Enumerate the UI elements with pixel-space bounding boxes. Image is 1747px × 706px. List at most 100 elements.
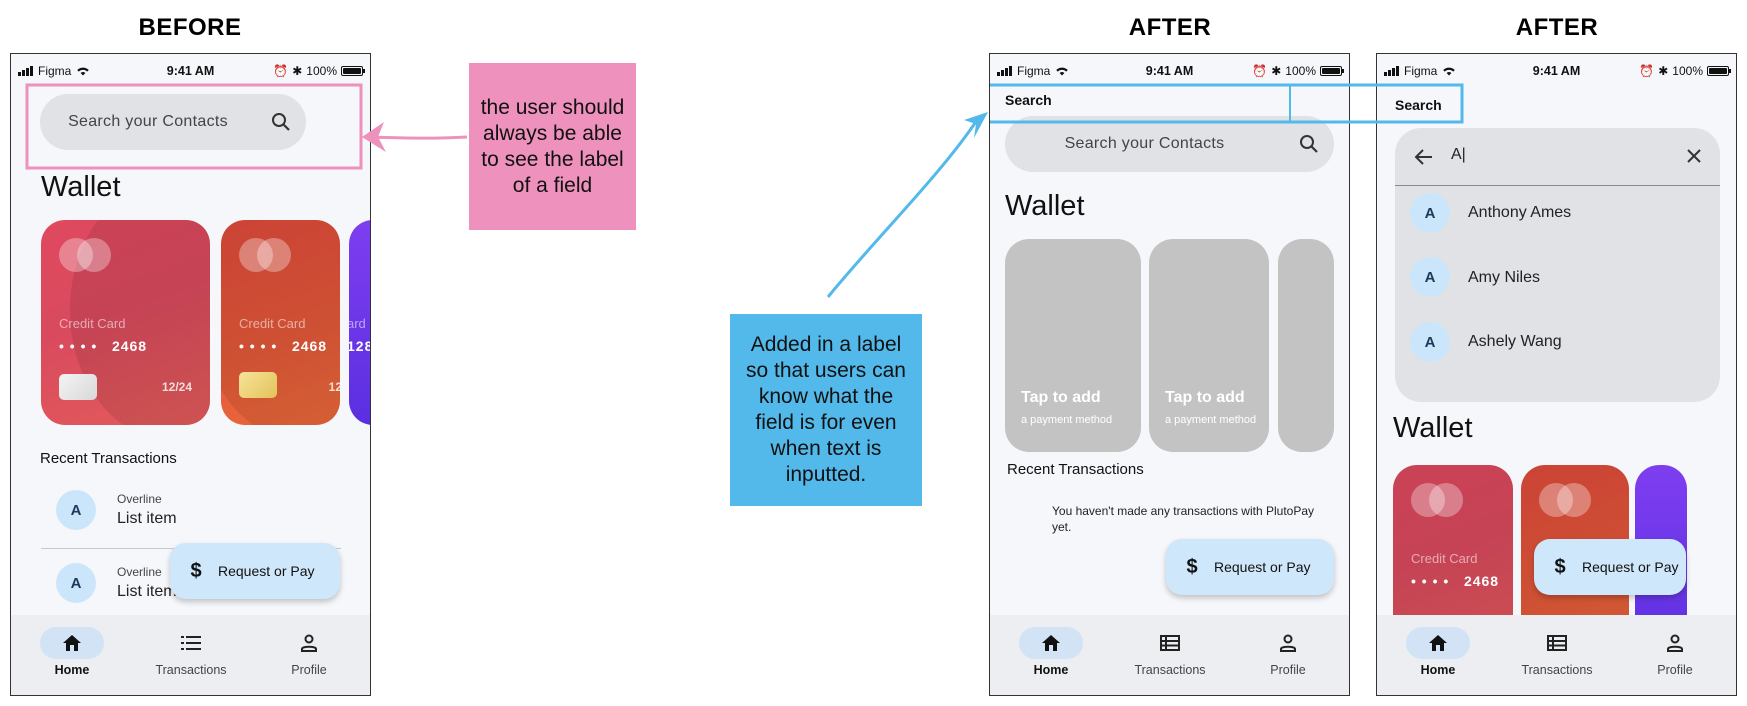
search-placeholder: Search your Contacts xyxy=(1064,135,1225,152)
card-label: ard xyxy=(349,316,366,331)
status-bar: Figma 9:41 AM ⏰ ✱ 100% xyxy=(11,54,370,90)
request-or-pay-button[interactable]: $ Request or Pay xyxy=(170,543,340,599)
nav-transactions[interactable]: Transactions xyxy=(131,615,251,695)
mastercard-logo xyxy=(239,238,291,272)
status-bar: Figma 9:41 AM ⏰ ✱ 100% xyxy=(1377,54,1736,90)
nav-profile[interactable]: Profile xyxy=(1228,615,1348,695)
credit-card[interactable]: ard 128 xyxy=(349,220,370,425)
before-heading: BEFORE xyxy=(138,14,242,41)
fab-label: Request or Pay xyxy=(1214,559,1311,575)
bottom-navigation: Home Transactions Profile xyxy=(11,615,370,695)
recent-transactions-title: Recent Transactions xyxy=(1007,461,1144,478)
after-heading: AFTER xyxy=(1128,14,1212,41)
battery-icon xyxy=(1707,66,1731,76)
list-item[interactable]: List item xyxy=(117,510,177,528)
status-bar: Figma 9:41 AM ⏰ ✱ 100% xyxy=(990,54,1349,90)
credit-card[interactable]: Credit Card • • • • 2468 12 xyxy=(221,220,340,425)
list-icon xyxy=(181,636,201,650)
card-label: Credit Card xyxy=(59,316,126,331)
nav-label: Home xyxy=(54,663,90,677)
search-icon[interactable] xyxy=(256,112,306,132)
mastercard-logo xyxy=(1539,483,1591,517)
bluetooth-icon: ✱ xyxy=(292,64,303,78)
search-input-row[interactable]: A| xyxy=(1395,128,1720,186)
contact-avatar: A xyxy=(1410,322,1450,362)
add-payment-card[interactable]: Tap to add a payment method xyxy=(1149,239,1269,452)
blue-sticky-note: Added in a label so that users can know … xyxy=(730,314,922,506)
battery-percent: 100% xyxy=(1285,64,1316,78)
pink-arrow xyxy=(365,135,468,140)
card-chip xyxy=(59,374,97,400)
card-number: • • • • 2468 xyxy=(239,338,328,354)
pink-sticky-note: the user should always be able to see th… xyxy=(469,63,636,230)
nav-label: Transactions xyxy=(1521,663,1593,677)
contact-avatar: A xyxy=(1410,257,1450,297)
alarm-icon: ⏰ xyxy=(273,64,289,78)
dollar-icon: $ xyxy=(190,559,202,582)
search-field-label: Search xyxy=(1395,97,1442,113)
table-icon xyxy=(1160,635,1180,651)
nav-home[interactable]: Home xyxy=(991,615,1111,695)
bluetooth-icon: ✱ xyxy=(1271,64,1282,78)
wallet-title: Wallet xyxy=(1005,190,1085,222)
card-number: • • • • 2468 xyxy=(1411,573,1500,589)
home-icon xyxy=(1429,635,1447,651)
search-input[interactable]: A| xyxy=(1451,146,1466,164)
mastercard-logo xyxy=(1411,483,1463,517)
close-icon[interactable] xyxy=(1686,148,1702,164)
bottom-navigation: Home Transactions Profile xyxy=(990,615,1349,695)
home-icon xyxy=(63,635,81,651)
alarm-icon: ⏰ xyxy=(1252,64,1268,78)
card-expiry: 12/24 xyxy=(161,380,192,394)
list-item-overline: Overline xyxy=(117,492,162,506)
list-item[interactable]: List item xyxy=(117,583,177,601)
add-payment-card[interactable]: Tap to add a payment method xyxy=(1005,239,1141,452)
contact-name[interactable]: Amy Niles xyxy=(1468,269,1540,287)
battery-percent: 100% xyxy=(1672,64,1703,78)
search-bar[interactable]: Search your Contacts xyxy=(40,94,306,150)
nav-home[interactable]: Home xyxy=(12,615,132,695)
empty-transactions-message: You haven't made any transactions with P… xyxy=(1052,504,1315,534)
contact-name[interactable]: Anthony Ames xyxy=(1468,204,1571,222)
card-chip xyxy=(239,372,277,398)
nav-transactions[interactable]: Transactions xyxy=(1497,615,1617,695)
battery-percent: 100% xyxy=(306,64,337,78)
blue-arrow xyxy=(826,122,977,298)
nav-label: Profile xyxy=(1657,663,1693,677)
battery-icon xyxy=(341,66,365,76)
nav-profile[interactable]: Profile xyxy=(1615,615,1735,695)
tap-to-add-label: Tap to add xyxy=(1165,389,1245,406)
before-phone: Figma 9:41 AM ⏰ ✱ 100% Search your Conta… xyxy=(10,53,371,696)
card-number: • • • • 2468 xyxy=(59,338,148,354)
dollar-icon: $ xyxy=(1186,555,1198,578)
credit-card[interactable]: Credit Card • • • • 2468 12/24 xyxy=(41,220,210,425)
add-payment-card[interactable] xyxy=(1278,239,1334,452)
payment-method-label: a payment method xyxy=(1165,414,1257,426)
card-label: Credit Card xyxy=(239,316,306,331)
payment-method-label: a payment method xyxy=(1021,414,1113,426)
nav-label: Transactions xyxy=(155,663,227,677)
alarm-icon: ⏰ xyxy=(1639,64,1655,78)
after-phone: Figma 9:41 AM ⏰ ✱ 100% Search Search you… xyxy=(989,53,1350,696)
search-dropdown: A| A Anthony Ames A Amy Niles A Ashely W… xyxy=(1395,128,1720,402)
back-arrow-icon[interactable] xyxy=(1413,148,1433,166)
fab-label: Request or Pay xyxy=(1582,559,1679,575)
nav-label: Profile xyxy=(1270,663,1306,677)
request-or-pay-button[interactable]: $ Request or Pay xyxy=(1534,539,1686,595)
request-or-pay-button[interactable]: $ Request or Pay xyxy=(1166,539,1334,595)
design-canvas: BEFORE AFTER AFTER Figma 9:41 AM ⏰ ✱ 100… xyxy=(0,0,1747,706)
card-expiry: 12 xyxy=(328,380,340,394)
nav-transactions[interactable]: Transactions xyxy=(1110,615,1230,695)
bluetooth-icon: ✱ xyxy=(1658,64,1669,78)
search-icon[interactable] xyxy=(1284,134,1334,154)
dollar-icon: $ xyxy=(1554,555,1566,578)
nav-profile[interactable]: Profile xyxy=(249,615,369,695)
nav-label: Home xyxy=(1420,663,1456,677)
recent-transactions-title: Recent Transactions xyxy=(40,450,177,467)
person-icon xyxy=(1667,634,1683,652)
mastercard-logo xyxy=(59,238,111,272)
contact-name[interactable]: Ashely Wang xyxy=(1468,333,1562,351)
battery-icon xyxy=(1320,66,1344,76)
nav-home[interactable]: Home xyxy=(1378,615,1498,695)
search-bar[interactable]: Search your Contacts xyxy=(1005,116,1334,172)
